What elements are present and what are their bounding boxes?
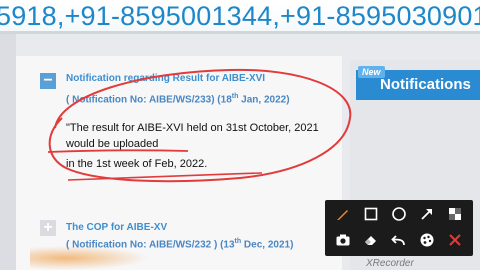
mosaic-icon[interactable] (445, 204, 465, 224)
arrow-icon[interactable] (417, 204, 437, 224)
recorder-toolbar (325, 200, 473, 256)
item-title[interactable]: The COP for AIBE-XV (66, 222, 167, 233)
undo-icon[interactable] (389, 230, 409, 250)
rectangle-icon[interactable] (361, 204, 381, 224)
body-line: would be uploaded (66, 138, 159, 150)
circle-icon[interactable] (389, 204, 409, 224)
left-gutter (0, 34, 16, 270)
phone-numbers: 5918,+91-8595001344,+91-8595030901,+91-8… (0, 1, 480, 31)
camera-icon[interactable] (333, 230, 353, 250)
pen-icon[interactable] (333, 204, 353, 224)
finger-blur (30, 246, 150, 270)
notifications-title: Notifications (380, 76, 471, 93)
phone-banner: 5918,+91-8595001344,+91-8595030901,+91-8… (0, 0, 480, 34)
new-badge: New (358, 66, 385, 78)
palette-icon[interactable] (417, 230, 437, 250)
item-meta: ( Notification No: AIBE/WS/233) (18th Ja… (66, 93, 290, 106)
body-line: in the 1st week of Feb, 2022. (66, 158, 208, 170)
item-title[interactable]: Notification regarding Result for AIBE-X… (66, 73, 265, 84)
eraser-icon[interactable] (361, 230, 381, 250)
close-icon[interactable] (445, 230, 465, 250)
expand-toggle[interactable]: + (40, 220, 56, 236)
body-line: "The result for AIBE-XVI held on 31st Oc… (66, 122, 319, 134)
recorder-watermark: XRecorder (366, 258, 414, 269)
collapse-toggle[interactable]: − (40, 73, 56, 89)
